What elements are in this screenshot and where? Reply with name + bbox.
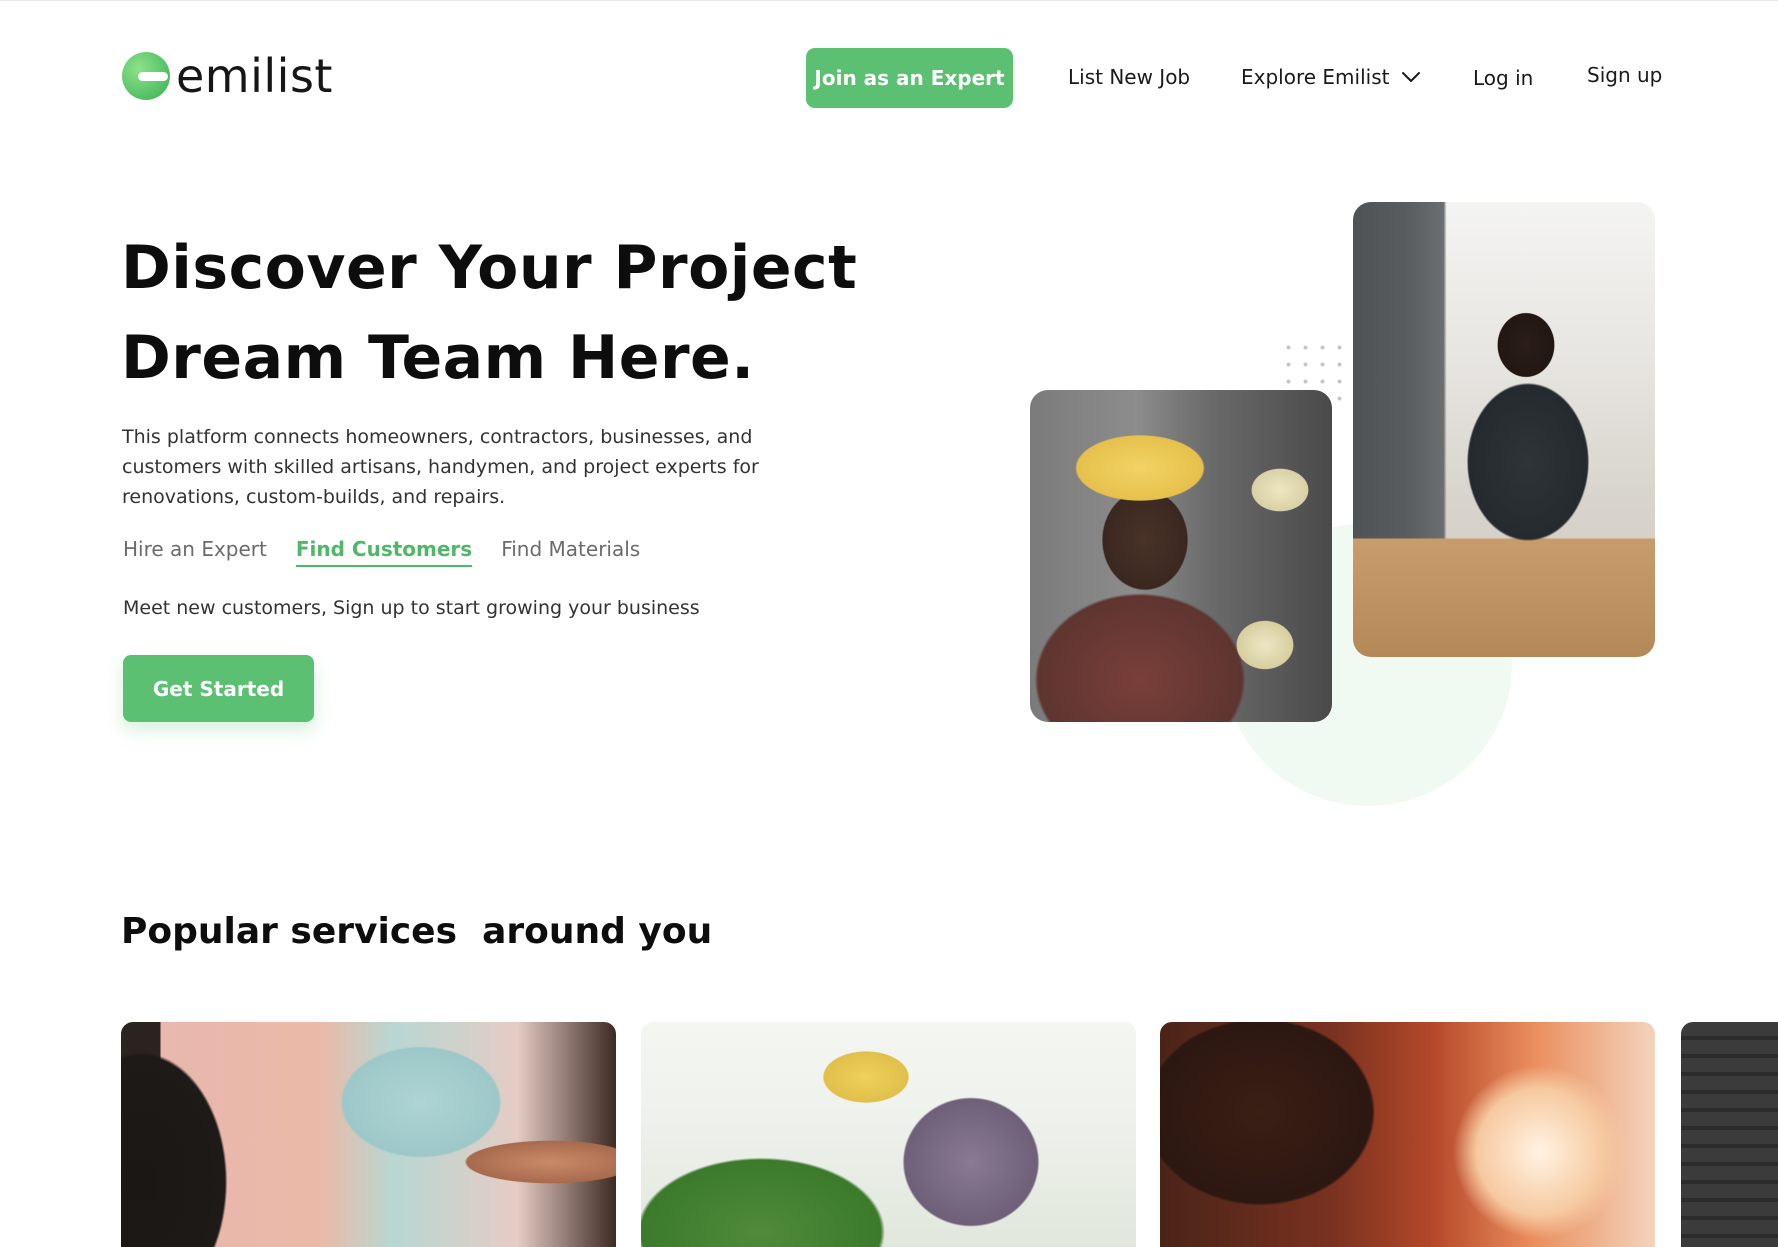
- hero-title-line2: Dream Team Here.: [121, 323, 755, 393]
- service-card-partial[interactable]: [1681, 1022, 1778, 1247]
- tab-find-customers[interactable]: Find Customers: [295, 537, 473, 567]
- hero-title: Discover Your Project Dream Team Here.: [121, 223, 857, 403]
- service-card-metal-grinding[interactable]: [1160, 1022, 1655, 1247]
- tab-find-materials[interactable]: Find Materials: [501, 537, 640, 567]
- popular-services-title: Popular services around you: [121, 911, 713, 952]
- page: emilist Join as an Expert List New Job E…: [0, 0, 1778, 1247]
- nav-explore-label: Explore Emilist: [1241, 65, 1390, 89]
- hero-subtext: Meet new customers, Sign up to start gro…: [123, 597, 700, 619]
- nav-explore-emilist[interactable]: Explore Emilist: [1241, 65, 1421, 89]
- hero-tabs: Hire an Expert Find Customers Find Mater…: [123, 537, 640, 567]
- chevron-down-icon: [1402, 72, 1421, 82]
- hero-description: This platform connects homeowners, contr…: [122, 426, 759, 508]
- nav-log-in[interactable]: Log in: [1473, 66, 1533, 90]
- hero-title-line1: Discover Your Project: [121, 233, 858, 303]
- nav-list-new-job[interactable]: List New Job: [1068, 65, 1190, 89]
- get-started-button[interactable]: Get Started: [123, 655, 314, 722]
- service-card-painting[interactable]: [121, 1022, 616, 1247]
- service-card-outdoor-work[interactable]: [641, 1022, 1136, 1247]
- hero-photo-electrician: [1030, 390, 1332, 722]
- logo-text: emilist: [176, 49, 333, 103]
- hero-photo-office-worker: [1353, 202, 1655, 657]
- logo-mark-icon: [122, 52, 170, 100]
- logo[interactable]: emilist: [122, 49, 333, 103]
- join-as-expert-button[interactable]: Join as an Expert: [806, 48, 1013, 108]
- tab-hire-an-expert[interactable]: Hire an Expert: [123, 537, 267, 567]
- nav-sign-up[interactable]: Sign up: [1587, 63, 1662, 87]
